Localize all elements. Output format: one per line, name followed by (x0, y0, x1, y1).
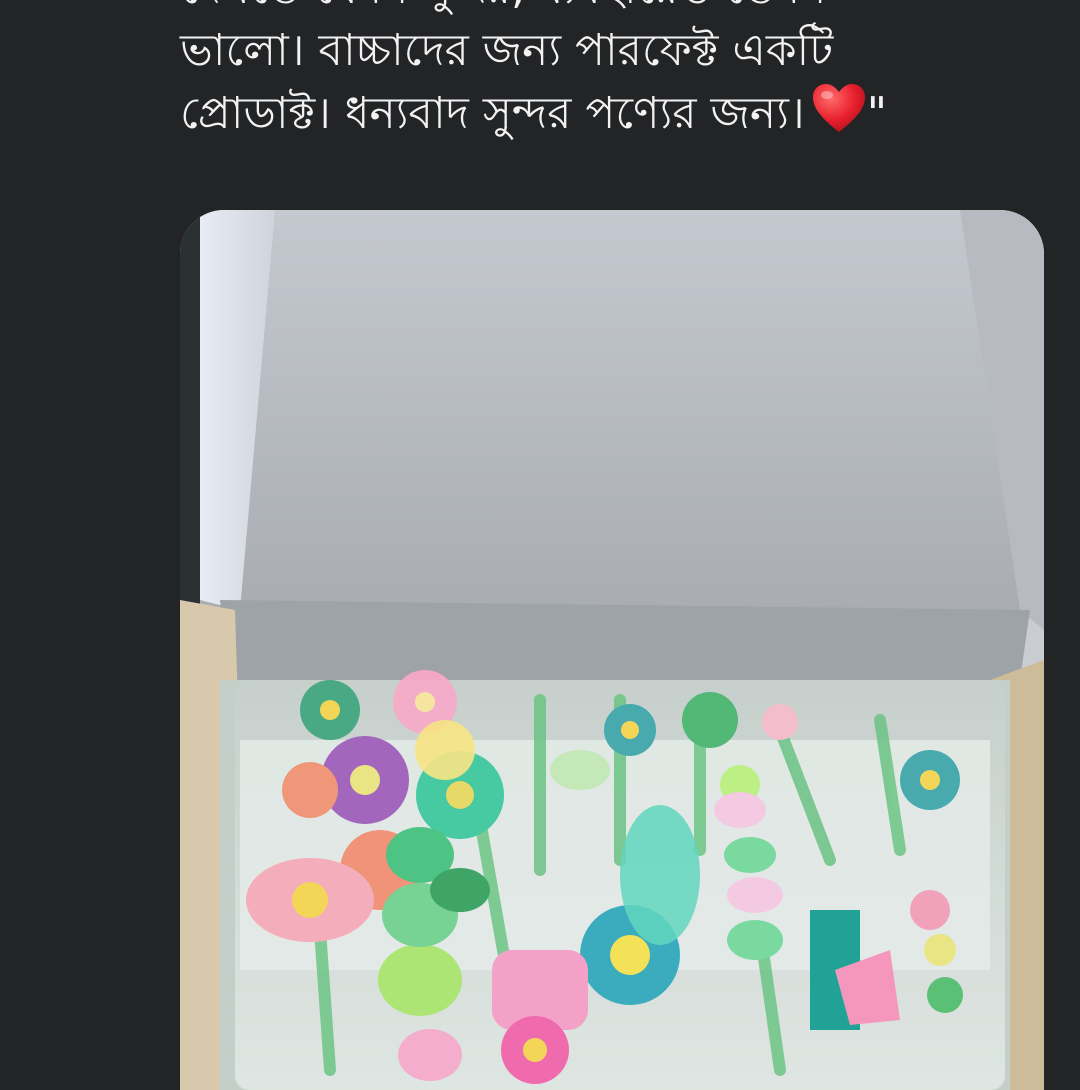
review-text-line-1: দেখতে যেমন সুন্দর, ব্যবহারেও তেমন (180, 0, 1060, 20)
closing-quote: " (866, 88, 887, 139)
review-text: দেখতে যেমন সুন্দর, ব্যবহারেও তেমন ভালো। … (180, 0, 1060, 144)
review-text-line-3-text: প্রোডাক্ট। ধন্যবাদ সুন্দর পণ্যের জন্য। (180, 88, 805, 139)
review-text-line-2: ভালো। বাচ্চাদের জন্য পারফেক্ট একটি (180, 25, 834, 76)
review-text-line-3: প্রোডাক্ট। ধন্যবাদ সুন্দর পণ্যের জন্য। " (180, 82, 1060, 144)
product-photo[interactable] (180, 210, 1044, 1090)
heart-icon (811, 82, 867, 134)
